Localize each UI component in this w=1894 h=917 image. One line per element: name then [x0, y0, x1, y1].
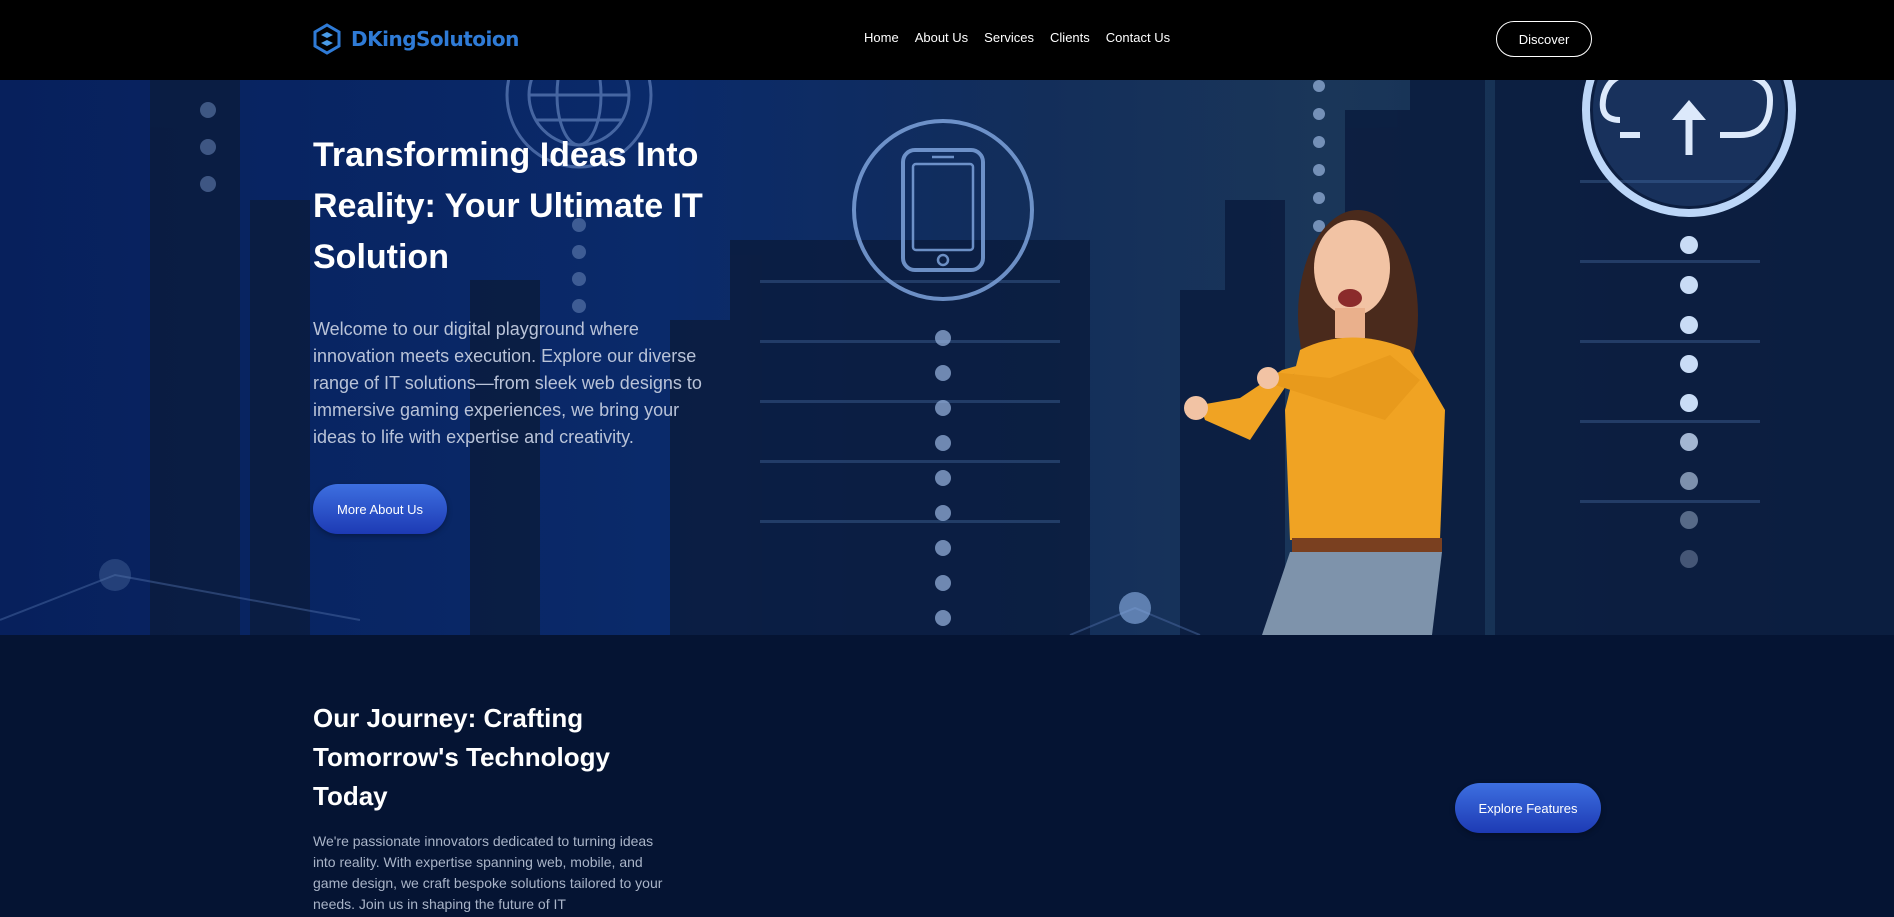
hero-section: Transforming Ideas Into Reality: Your Ul…	[0, 80, 1894, 635]
hero-title: Transforming Ideas Into Reality: Your Ul…	[313, 136, 703, 276]
explore-features-button[interactable]: Explore Features	[1455, 783, 1601, 833]
journey-section: Our Journey: Crafting Tomorrow's Technol…	[0, 635, 1894, 917]
nav-home-link[interactable]: Home	[864, 30, 899, 45]
journey-title: Our Journey: Crafting Tomorrow's Technol…	[313, 703, 611, 811]
dotted-line-cloud	[1680, 236, 1698, 568]
journey-description: We're passionate innovators dedicated to…	[313, 833, 663, 912]
hexagon-swirl-icon	[313, 23, 341, 55]
brand-name: DKingSolutoion	[351, 27, 519, 51]
more-about-us-button[interactable]: More About Us	[313, 484, 447, 534]
nav-contact-link[interactable]: Contact Us	[1106, 30, 1170, 45]
nav-services-link[interactable]: Services	[984, 30, 1034, 45]
dotted-line-left	[200, 102, 216, 192]
nav-clients-link[interactable]: Clients	[1050, 30, 1090, 45]
nav-about-link[interactable]: About Us	[915, 30, 968, 45]
dotted-line-phone	[935, 330, 951, 626]
hero-description: Welcome to our digital playground where …	[313, 319, 702, 447]
top-navbar: DKingSolutoion Home About Us Services Cl…	[0, 0, 1894, 80]
main-menu: Home About Us Services Clients Contact U…	[864, 30, 1170, 45]
hero-background	[0, 80, 1894, 635]
brand-logo[interactable]: DKingSolutoion	[311, 22, 519, 56]
discover-button[interactable]: Discover	[1496, 21, 1592, 57]
